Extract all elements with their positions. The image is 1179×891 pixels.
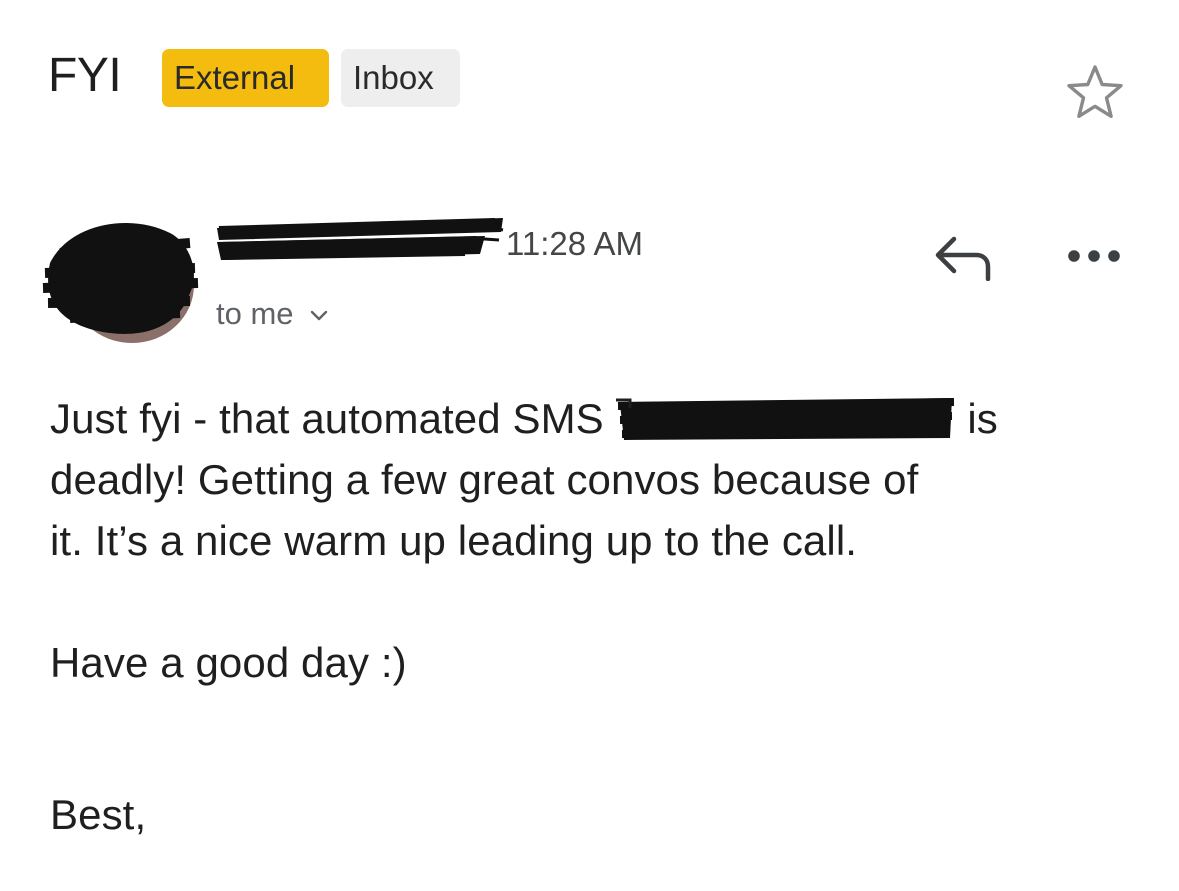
star-icon[interactable]	[1064, 62, 1126, 124]
email-subject: FYI	[48, 49, 122, 102]
recipient-label: to me	[216, 296, 294, 331]
chevron-down-icon	[310, 310, 327, 321]
body-redaction	[615, 397, 954, 440]
more-horizontal-icon[interactable]	[1064, 243, 1124, 269]
message-body: Just fyi - that automated SMS is deadly!…	[50, 388, 1150, 845]
body-line-4: Have a good day :)	[50, 639, 407, 686]
body-line-3: it. It’s a nice warm up leading up to th…	[50, 517, 858, 564]
sender-name-redaction	[217, 218, 504, 260]
avatar[interactable]	[40, 213, 200, 343]
recipient-toggle[interactable]: to me	[216, 292, 330, 336]
body-line-2: deadly! Getting a few great convos becau…	[50, 456, 919, 503]
label-chip-inbox[interactable]: Inbox	[341, 49, 460, 107]
reply-icon[interactable]	[932, 233, 994, 281]
message-time: 11:28 AM	[506, 225, 643, 262]
label-chip-external[interactable]: External	[162, 49, 329, 107]
body-signoff: Best,	[50, 791, 147, 838]
body-line-1: Just fyi - that automated SMS is	[50, 395, 998, 442]
